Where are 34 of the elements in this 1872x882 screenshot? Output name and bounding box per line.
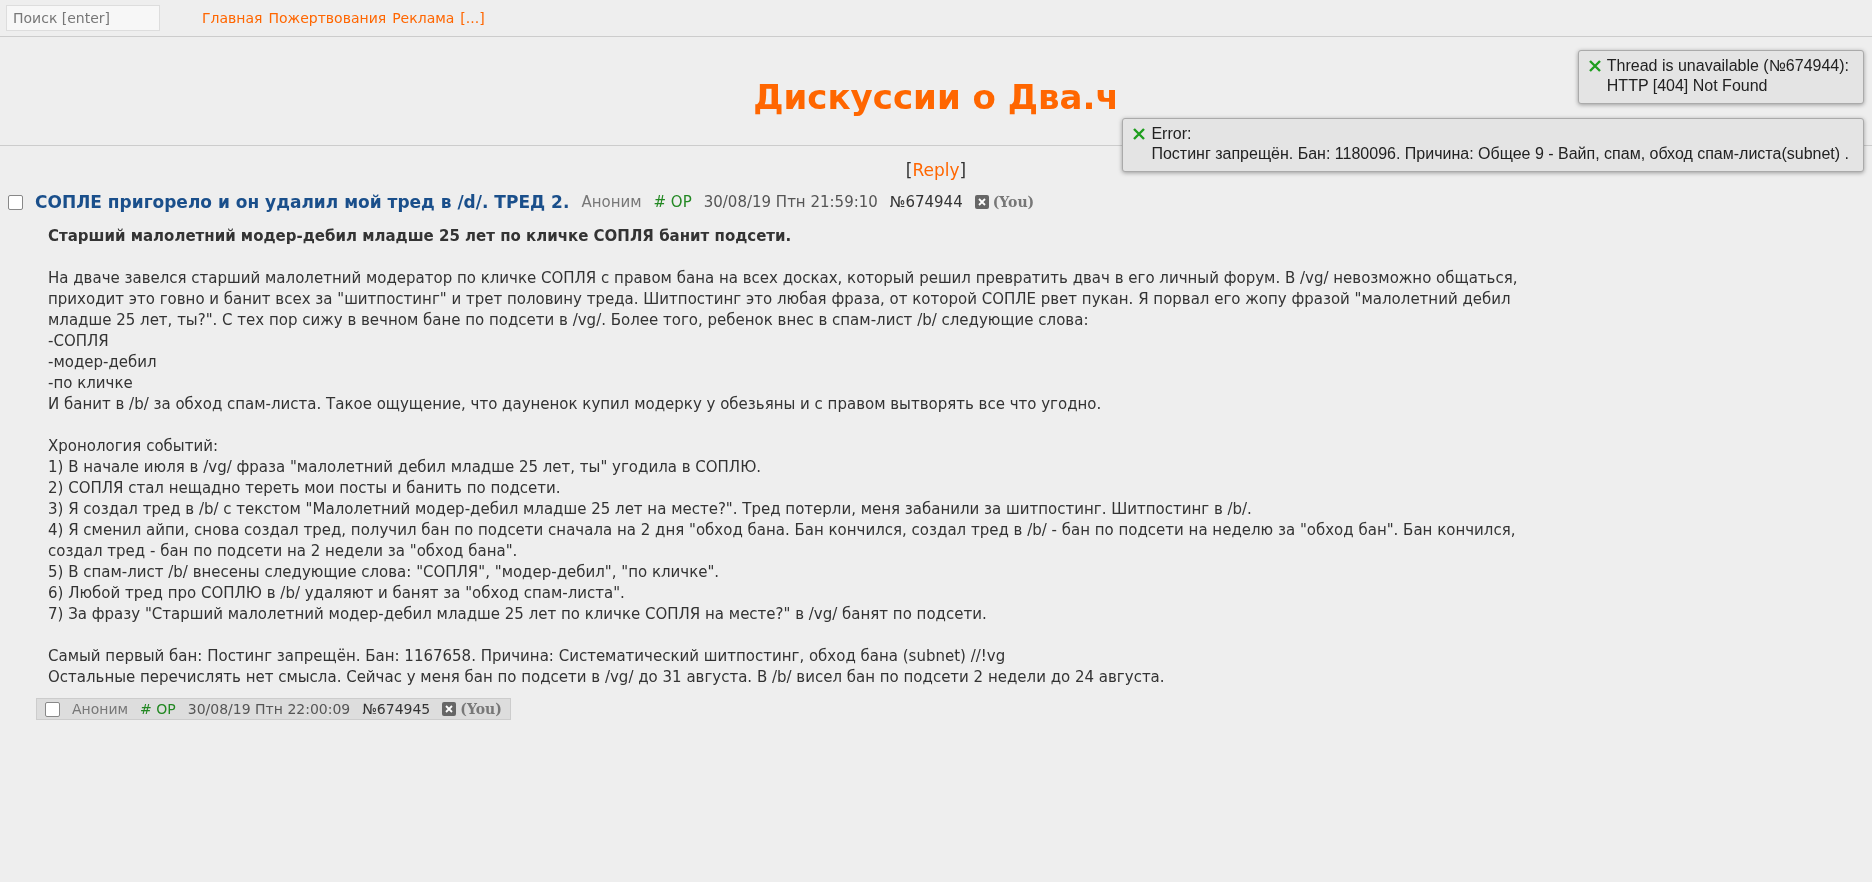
post-date: 30/08/19 Птн 22:00:09 xyxy=(187,701,351,717)
notification-message: HTTP [404] Not Found xyxy=(1606,77,1769,95)
nav-link[interactable]: Реклама xyxy=(392,10,455,26)
nav-link[interactable]: Пожертвования xyxy=(268,10,387,26)
close-icon xyxy=(1133,128,1146,140)
post-paragraph: Самый первый бан: Постинг запрещён. Бан: 1167658. Причина: Систематический шитпостинг, обход бана (subnet) //!vg Остальные перечислять нет смысла. Сейчас у меня бан по подсети в /vg/ до 31 августа. В /b/ висел бан по подсети 2 недели до 24 августа. xyxy=(48,646,1166,688)
op-mark: # OP xyxy=(653,193,692,211)
search-field[interactable]: Поиск [enter] xyxy=(6,5,160,31)
notification-title: Error: xyxy=(1151,125,1193,143)
op-mark: # OP xyxy=(140,701,176,717)
post-date: 30/08/19 Птн 21:59:10 xyxy=(703,193,878,211)
post-subject: СОПЛЕ пригорело и он удалил мой тред в /d/. ТРЕД 2. xyxy=(35,192,570,212)
notification-message: Постинг запрещён. Бан: 1180096. Причина: Общее 9 - Вайп, спам, обход спам-листа(subnet) . xyxy=(1151,145,1849,163)
board-title: Дискуссии о Два.ч xyxy=(753,77,1119,117)
poster-name: Аноним xyxy=(72,701,129,717)
hide-icon[interactable] xyxy=(442,702,457,716)
bracket: [ xyxy=(905,160,913,180)
post-paragraph: Хронология событий: 1) В начале июля в /vg/ фраза "малолетний дебил младше 25 лет, ты" угодила в СОПЛЮ. 2) СОПЛЯ стал нещадно тереть мои посты и банить по подсети. 3) Я создал тред в /b/ с текстом "Малолетний модер-дебил младше 25 лет на месте?". Тред потерли, меня забанили за шитпостинг. Шитпостинг в /b/. 4) Я сменил айпи, снова создал тред, получил бан по подсети сначала на 2 дня "обход бана. Бан кончился, создал тред в /b/ - бан по подсети на неделю за "обход бан". Бан кончился, создал тред - бан по подсети на 2 недели за "обход бана". 5) В спам-лист /b/ внесены следующие слова: "СОПЛЯ", "модер-дебил", "по кличке". 6) Любой тред про СОПЛЮ в /b/ удаляют и банят за "обход спам-листа". 7) За фразу "Старший малолетний модер-дебил младше 25 лет по кличке СОПЛЯ на месте?" в /vg/ банят по подсети. xyxy=(48,436,1517,625)
post-number[interactable]: №674945 xyxy=(362,701,431,717)
you-mark: (You) xyxy=(460,701,502,717)
poster-name: Аноним xyxy=(581,193,642,211)
bracket: ] xyxy=(959,160,967,180)
post-checkbox[interactable] xyxy=(45,701,60,717)
nav-link[interactable]: [...] xyxy=(460,10,485,26)
post-checkbox[interactable] xyxy=(8,194,23,210)
hide-icon[interactable] xyxy=(974,195,989,209)
close-icon xyxy=(1588,60,1601,72)
post-paragraph: На дваче завелся старший малолетний модератор по кличке СОПЛЯ с правом бана на всех досках, который решил превратить двач в его личный форум. В /vg/ невозможно общаться, приходит это говно и банит всех за "шитпостинг" и трет половину треда. Шитпостинг это любая фраза, от которой СОПЛЕ рвет пукан. Я порвал его жопу фразой "малолетний дебил младше 25 лет, ты?". С тех пор сижу в вечном бане по подсети в /vg/. Более того, ребенок внес в спам-лист /b/ следующие слова: -СОПЛЯ -модер-дебил -по кличке И банит в /b/ за обход спам-листа. Такое ощущение, что дауненок купил модерку у обезьяны и с правом вытворять все что угодно. xyxy=(48,268,1519,415)
you-mark: (You) xyxy=(992,194,1035,210)
notification-title: Thread is unavailable (№674944): xyxy=(1606,57,1849,75)
reply-link[interactable]: Reply xyxy=(912,160,960,180)
post-number[interactable]: №674944 xyxy=(889,193,963,211)
nav-link[interactable]: Главная xyxy=(202,10,263,26)
post-heading: Старший малолетний модер-дебил младше 25 лет по кличке СОПЛЯ банит подсети. xyxy=(48,226,793,247)
